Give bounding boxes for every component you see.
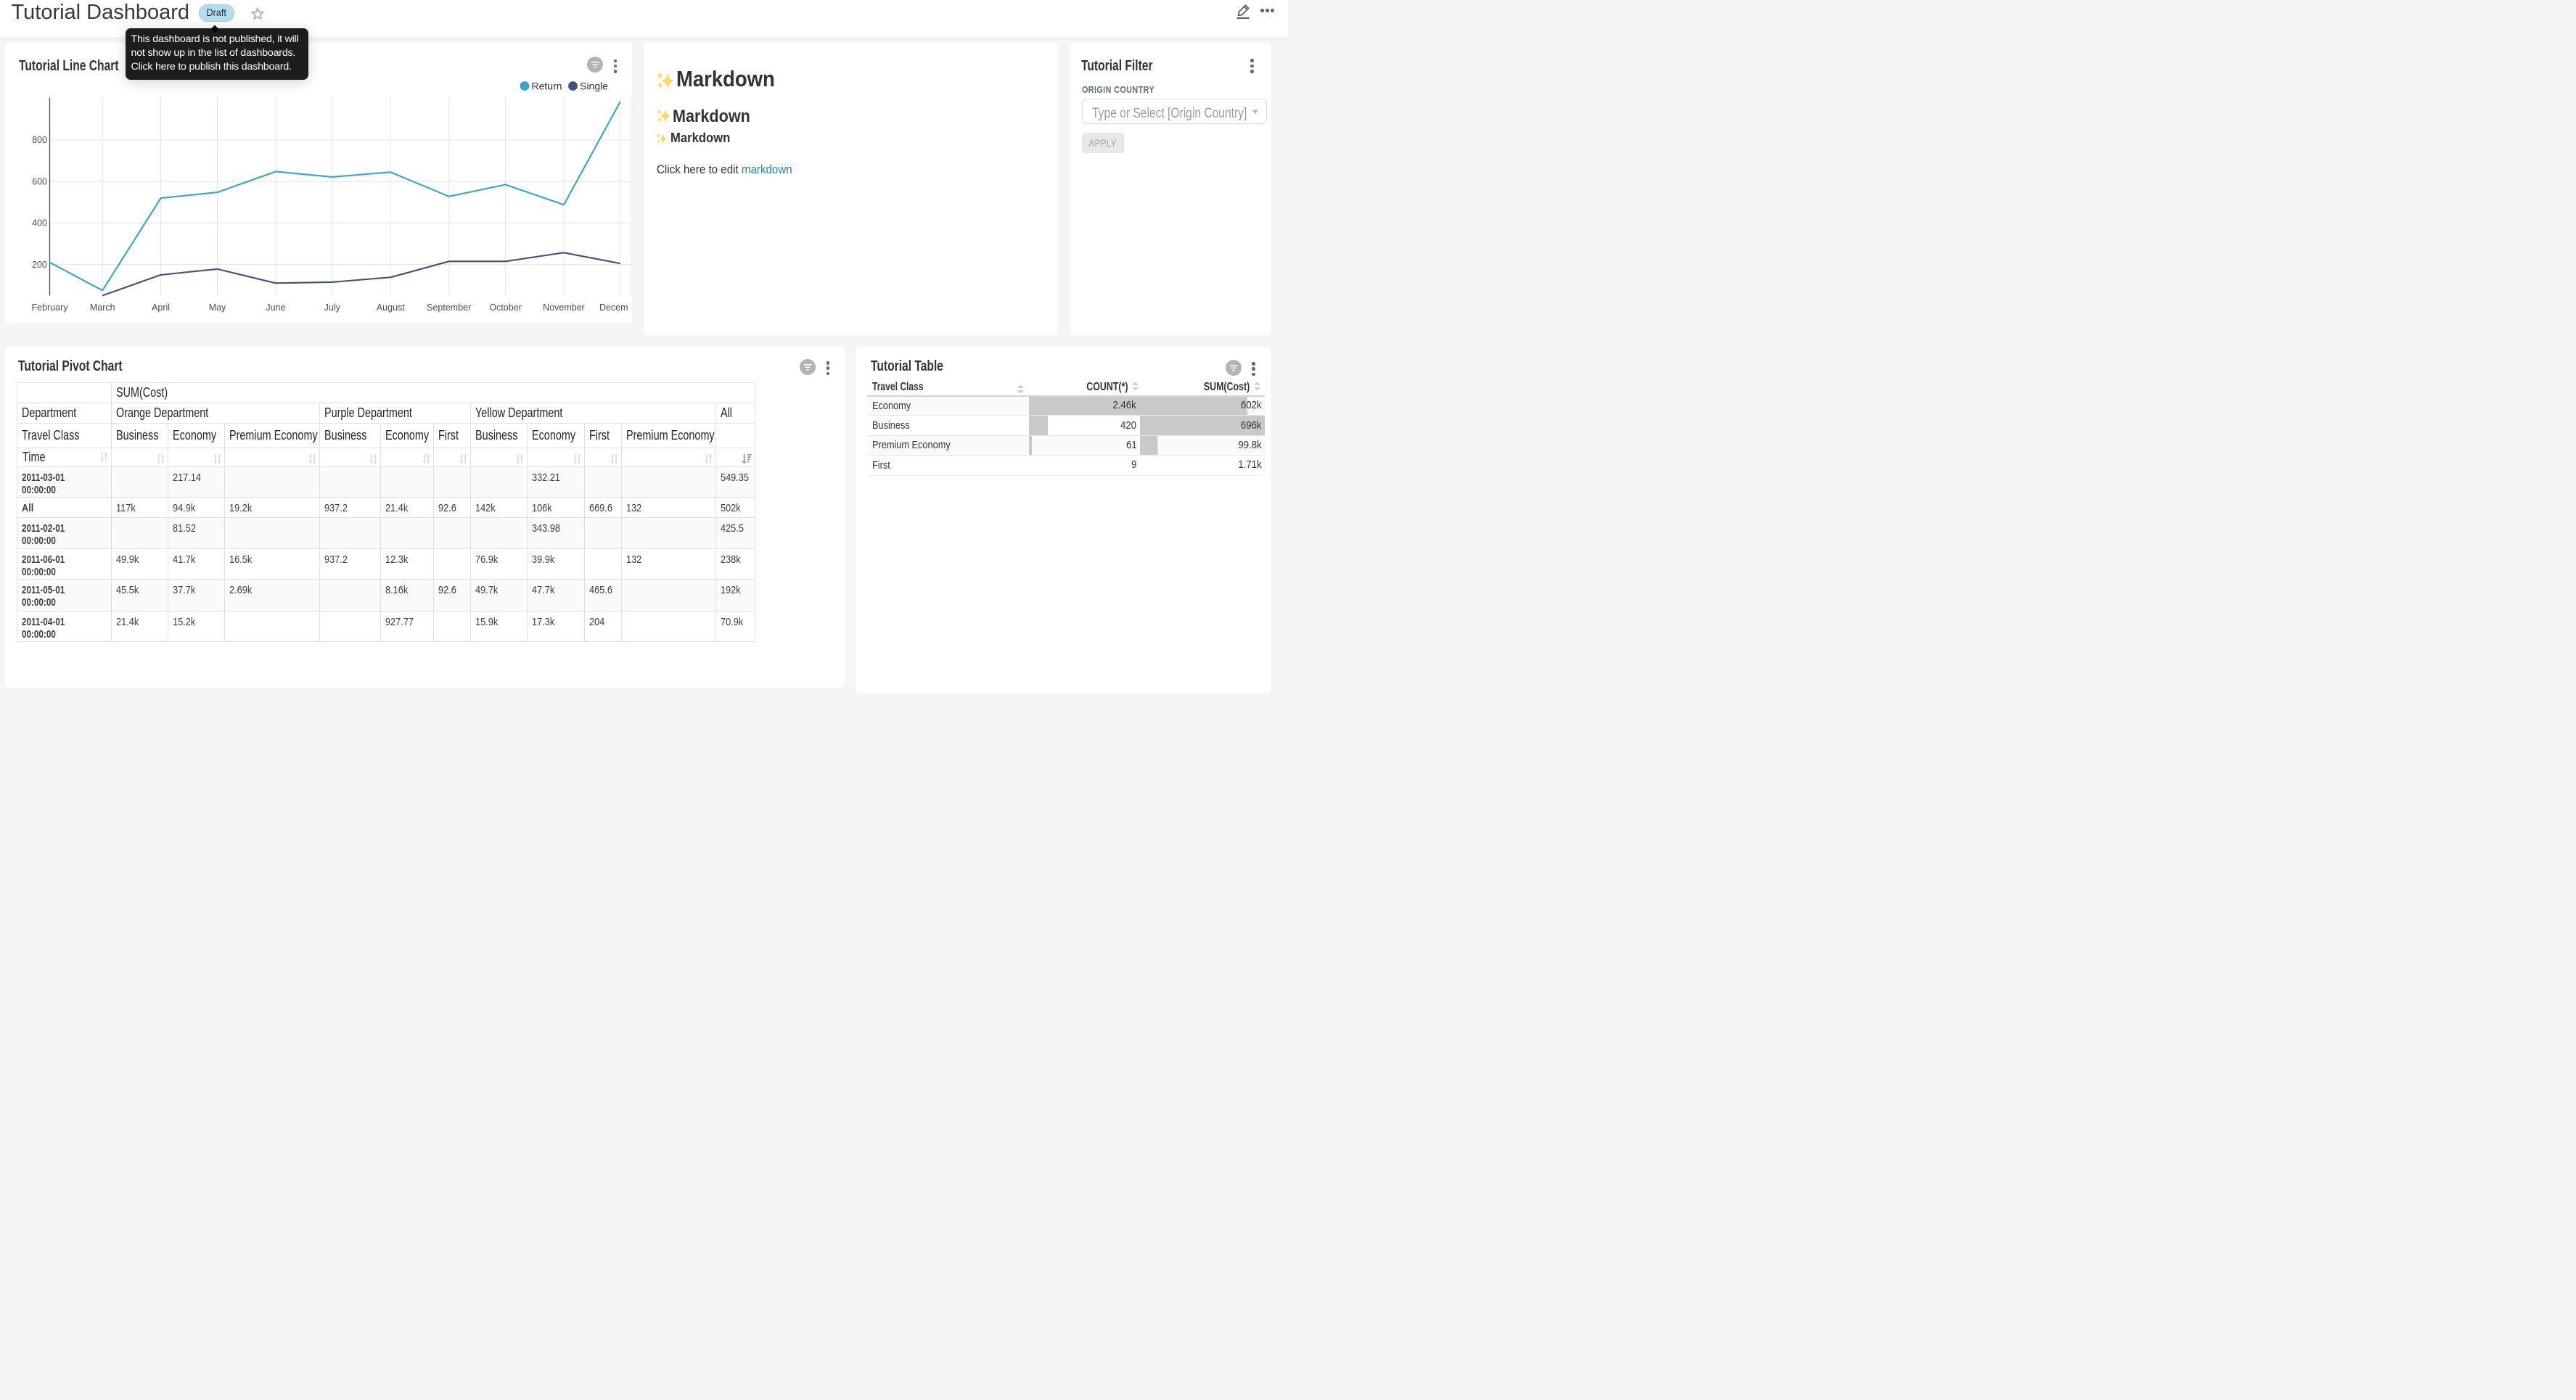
svg-text:September: September [427, 302, 471, 313]
svg-text:June: June [266, 302, 285, 313]
svg-text:February: February [31, 302, 68, 313]
svg-text:November: November [543, 302, 585, 313]
svg-text:400: 400 [32, 218, 47, 228]
svg-text:600: 600 [32, 176, 47, 186]
svg-text:December: December [599, 302, 632, 313]
svg-text:April: April [152, 302, 170, 313]
svg-text:Single: Single [580, 81, 608, 92]
svg-text:March: March [90, 302, 115, 313]
svg-text:July: July [324, 302, 341, 313]
svg-text:May: May [209, 302, 226, 313]
svg-text:800: 800 [32, 135, 47, 145]
svg-text:200: 200 [32, 260, 47, 270]
svg-text:October: October [489, 302, 521, 313]
svg-text:August: August [377, 302, 405, 313]
svg-text:Return: Return [532, 81, 562, 92]
